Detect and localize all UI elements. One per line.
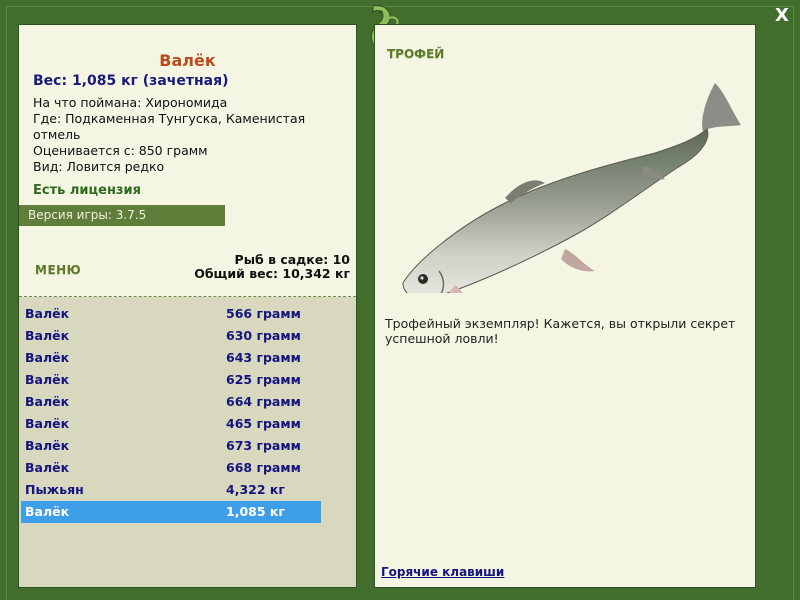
fish-info-panel: Валёк Вес: 1,085 кг (зачетная) На что по… xyxy=(18,24,357,588)
total-weight: Общий вес: 10,342 кг xyxy=(194,266,350,281)
catch-row[interactable]: Валёк 625 грамм xyxy=(21,369,321,391)
trophy-text: Трофейный экземпляр! Кажется, вы открыли… xyxy=(385,316,736,346)
catch-fish-name: Валёк xyxy=(25,328,70,343)
trophy-panel: ТРОФЕЙ Трофейный экземпляр! Кажется, вы … xyxy=(374,24,756,588)
kind-info: Вид: Ловится редко xyxy=(33,159,165,174)
place-info: Где: Подкаменная Тунгуска, Каменистая от… xyxy=(33,111,306,142)
catch-fish-name: Валёк xyxy=(25,350,70,365)
bait-info: На что поймана: Хирономида xyxy=(33,95,228,110)
catch-fish-weight: 668 грамм xyxy=(226,460,301,475)
catch-fish-name: Валёк xyxy=(25,372,70,387)
license-status: Есть лицензия xyxy=(33,183,141,198)
catch-row[interactable]: Валёк 1,085 кг xyxy=(21,501,321,523)
menu-button[interactable]: МЕНЮ xyxy=(35,263,81,277)
catch-row[interactable]: Валёк 643 грамм xyxy=(21,347,321,369)
catch-row[interactable]: Валёк 630 грамм xyxy=(21,325,321,347)
fish-name-title: Валёк xyxy=(159,51,216,70)
catch-fish-weight: 625 грамм xyxy=(226,372,301,387)
catch-row[interactable]: Валёк 668 грамм xyxy=(21,457,321,479)
fish-weight: Вес: 1,085 кг (зачетная) xyxy=(33,73,229,89)
fish-details: На что поймана: Хирономида Где: Подкамен… xyxy=(33,95,333,175)
catch-fish-weight: 630 грамм xyxy=(226,328,301,343)
catch-row[interactable]: Валёк 465 грамм xyxy=(21,413,321,435)
catch-row[interactable]: Пыжьян 4,322 кг xyxy=(21,479,321,501)
catch-row[interactable]: Валёк 664 грамм xyxy=(21,391,321,413)
game-window: X Валёк Вес: 1,085 кг (зачетная) На что … xyxy=(0,0,800,600)
keep-net-stats: Рыб в садке: 10 Общий вес: 10,342 кг xyxy=(194,253,350,281)
catch-fish-name: Валёк xyxy=(25,460,70,475)
keep-net-count: Рыб в садке: 10 xyxy=(234,252,350,267)
catch-row[interactable]: Валёк 566 грамм xyxy=(21,303,321,325)
catch-fish-weight: 465 грамм xyxy=(226,416,301,431)
version-bar: Версия игры: 3.7.5 xyxy=(19,205,225,226)
catch-fish-name: Валёк xyxy=(25,416,70,431)
catch-fish-name: Валёк xyxy=(25,438,70,453)
value-info: Оценивается с: 850 грамм xyxy=(33,143,208,158)
catch-fish-name: Пыжьян xyxy=(25,482,84,497)
catch-fish-weight: 643 грамм xyxy=(226,350,301,365)
catch-fish-name: Валёк xyxy=(25,394,70,409)
catch-row[interactable]: Валёк 673 грамм xyxy=(21,435,321,457)
catch-fish-weight: 1,085 кг xyxy=(226,504,285,519)
catch-fish-weight: 664 грамм xyxy=(226,394,301,409)
catch-fish-name: Валёк xyxy=(25,306,70,321)
catch-fish-weight: 673 грамм xyxy=(226,438,301,453)
catch-fish-weight: 566 грамм xyxy=(226,306,301,321)
catch-fish-name: Валёк xyxy=(25,504,70,519)
hotkeys-link[interactable]: Горячие клавиши xyxy=(381,565,504,579)
fish-image xyxy=(402,83,741,293)
catch-list: Валёк 566 грамм Валёк 630 грамм Валёк 643 гра… xyxy=(19,297,356,587)
close-button[interactable]: X xyxy=(772,6,792,26)
catch-fish-weight: 4,322 кг xyxy=(226,482,285,497)
